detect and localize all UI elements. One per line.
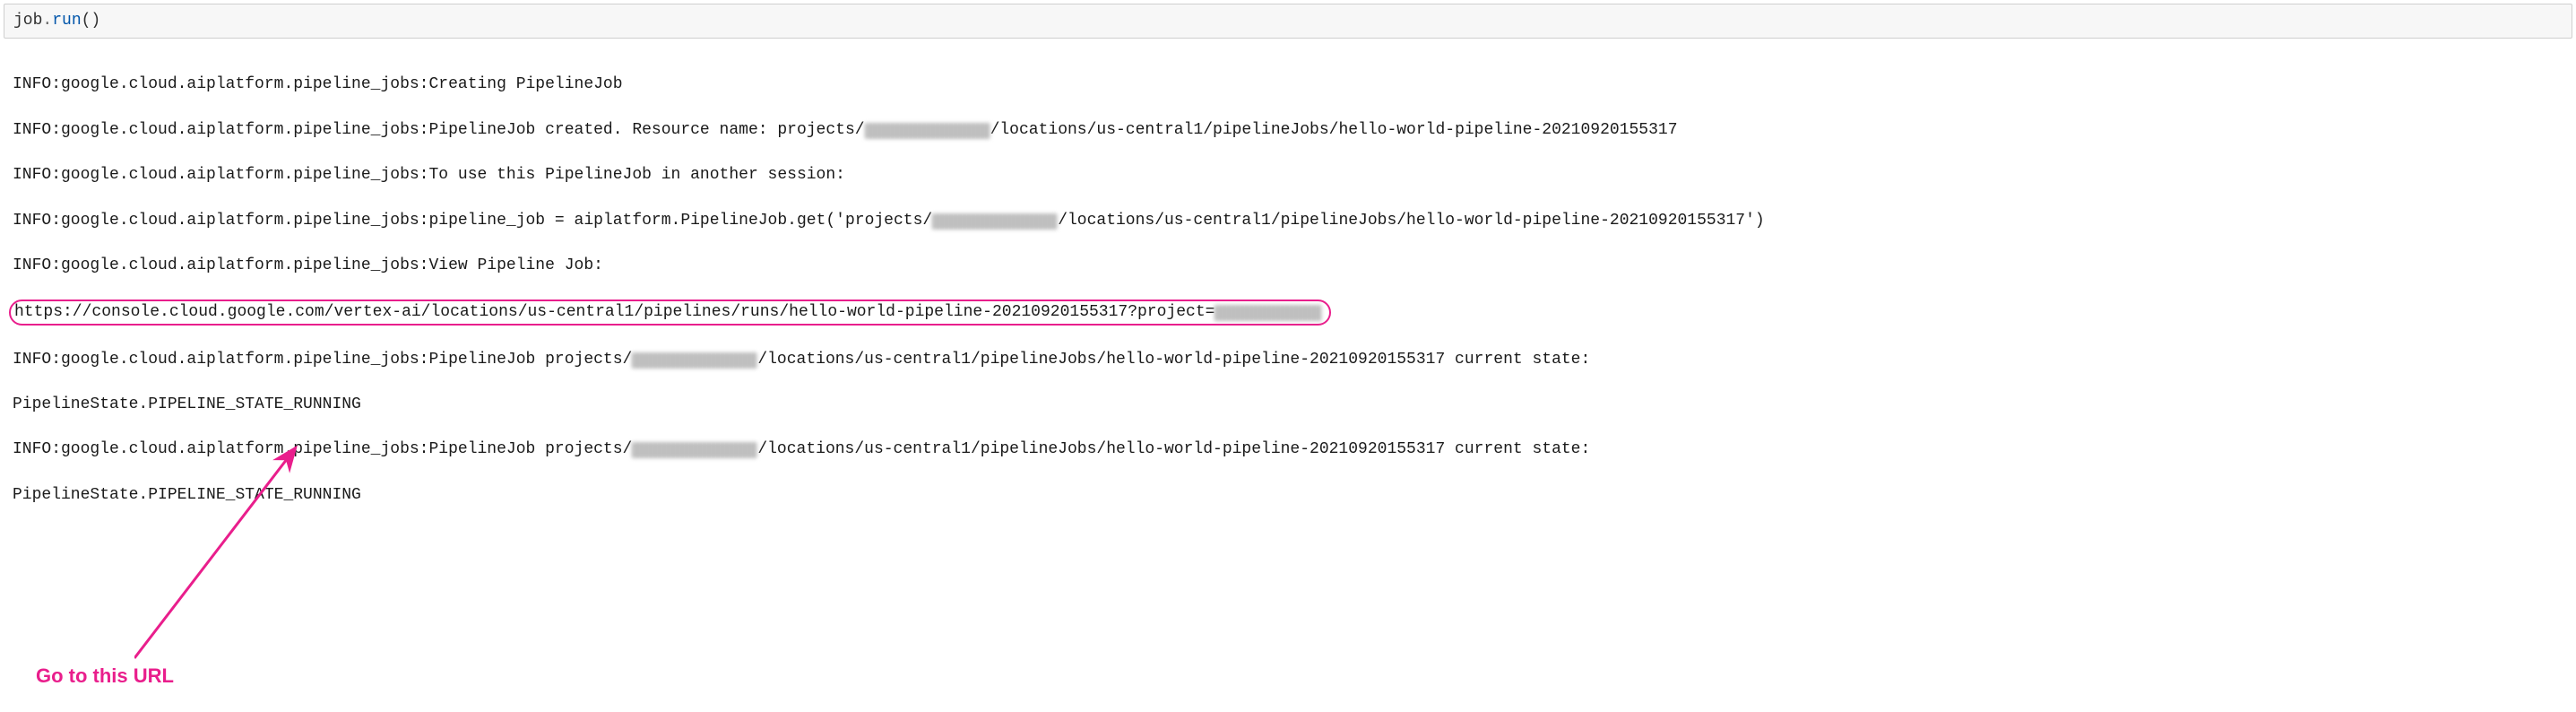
pipeline-state: PipelineState.PIPELINE_STATE_RUNNING xyxy=(13,395,361,413)
log-prefix: INFO:google.cloud.aiplatform.pipeline_jo… xyxy=(13,166,428,184)
annotation-label: Go to this URL xyxy=(36,663,174,690)
log-prefix: INFO:google.cloud.aiplatform.pipeline_jo… xyxy=(13,212,428,230)
pipeline-state: PipelineState.PIPELINE_STATE_RUNNING xyxy=(13,486,361,504)
log-text: /locations/us-central1/pipelineJobs/hell… xyxy=(757,351,1590,369)
log-line: PipelineState.PIPELINE_STATE_RUNNING xyxy=(13,394,2569,416)
log-line: https://console.cloud.google.com/vertex-… xyxy=(13,300,2569,326)
log-prefix: INFO:google.cloud.aiplatform.pipeline_jo… xyxy=(13,121,428,139)
redacted-project-id xyxy=(632,442,757,458)
log-text: PipelineJob created. Resource name: proj… xyxy=(428,121,864,139)
redacted-project-id xyxy=(865,123,990,139)
log-line: PipelineState.PIPELINE_STATE_RUNNING xyxy=(13,484,2569,507)
log-prefix: INFO:google.cloud.aiplatform.pipeline_jo… xyxy=(13,351,428,369)
code-method: run xyxy=(52,12,81,30)
url-highlight-circle: https://console.cloud.google.com/vertex-… xyxy=(9,300,1331,326)
log-line: INFO:google.cloud.aiplatform.pipeline_jo… xyxy=(13,119,2569,142)
log-line: INFO:google.cloud.aiplatform.pipeline_jo… xyxy=(13,349,2569,371)
log-text: Creating PipelineJob xyxy=(428,75,622,93)
log-prefix: INFO:google.cloud.aiplatform.pipeline_jo… xyxy=(13,75,428,93)
log-text: PipelineJob projects/ xyxy=(428,351,632,369)
code-input-cell: job.run() xyxy=(4,4,2572,39)
log-text: PipelineJob projects/ xyxy=(428,440,632,458)
log-text: pipeline_job = aiplatform.PipelineJob.ge… xyxy=(428,212,932,230)
log-line: INFO:google.cloud.aiplatform.pipeline_jo… xyxy=(13,210,2569,232)
log-line: INFO:google.cloud.aiplatform.pipeline_jo… xyxy=(13,164,2569,187)
log-output: INFO:google.cloud.aiplatform.pipeline_jo… xyxy=(0,42,2576,533)
redacted-project-id xyxy=(632,352,757,369)
code-object: job xyxy=(13,12,42,30)
log-text: View Pipeline Job: xyxy=(428,256,602,274)
redacted-project-id xyxy=(1215,305,1322,321)
log-text: /locations/us-central1/pipelineJobs/hell… xyxy=(990,121,1678,139)
log-prefix: INFO:google.cloud.aiplatform.pipeline_jo… xyxy=(13,256,428,274)
log-text: To use this PipelineJob in another sessi… xyxy=(428,166,844,184)
log-text: /locations/us-central1/pipelineJobs/hell… xyxy=(757,440,1590,458)
log-line: INFO:google.cloud.aiplatform.pipeline_jo… xyxy=(13,438,2569,461)
log-line: INFO:google.cloud.aiplatform.pipeline_jo… xyxy=(13,255,2569,277)
pipeline-console-url: https://console.cloud.google.com/vertex-… xyxy=(14,303,1215,321)
log-line: INFO:google.cloud.aiplatform.pipeline_jo… xyxy=(13,74,2569,96)
log-prefix: INFO:google.cloud.aiplatform.pipeline_jo… xyxy=(13,440,428,458)
code-parens: () xyxy=(82,12,101,30)
annotation-layer: Go to this URL xyxy=(0,533,2576,712)
redacted-project-id xyxy=(932,213,1058,230)
log-text: /locations/us-central1/pipelineJobs/hell… xyxy=(1058,212,1765,230)
code-dot: . xyxy=(42,12,52,30)
